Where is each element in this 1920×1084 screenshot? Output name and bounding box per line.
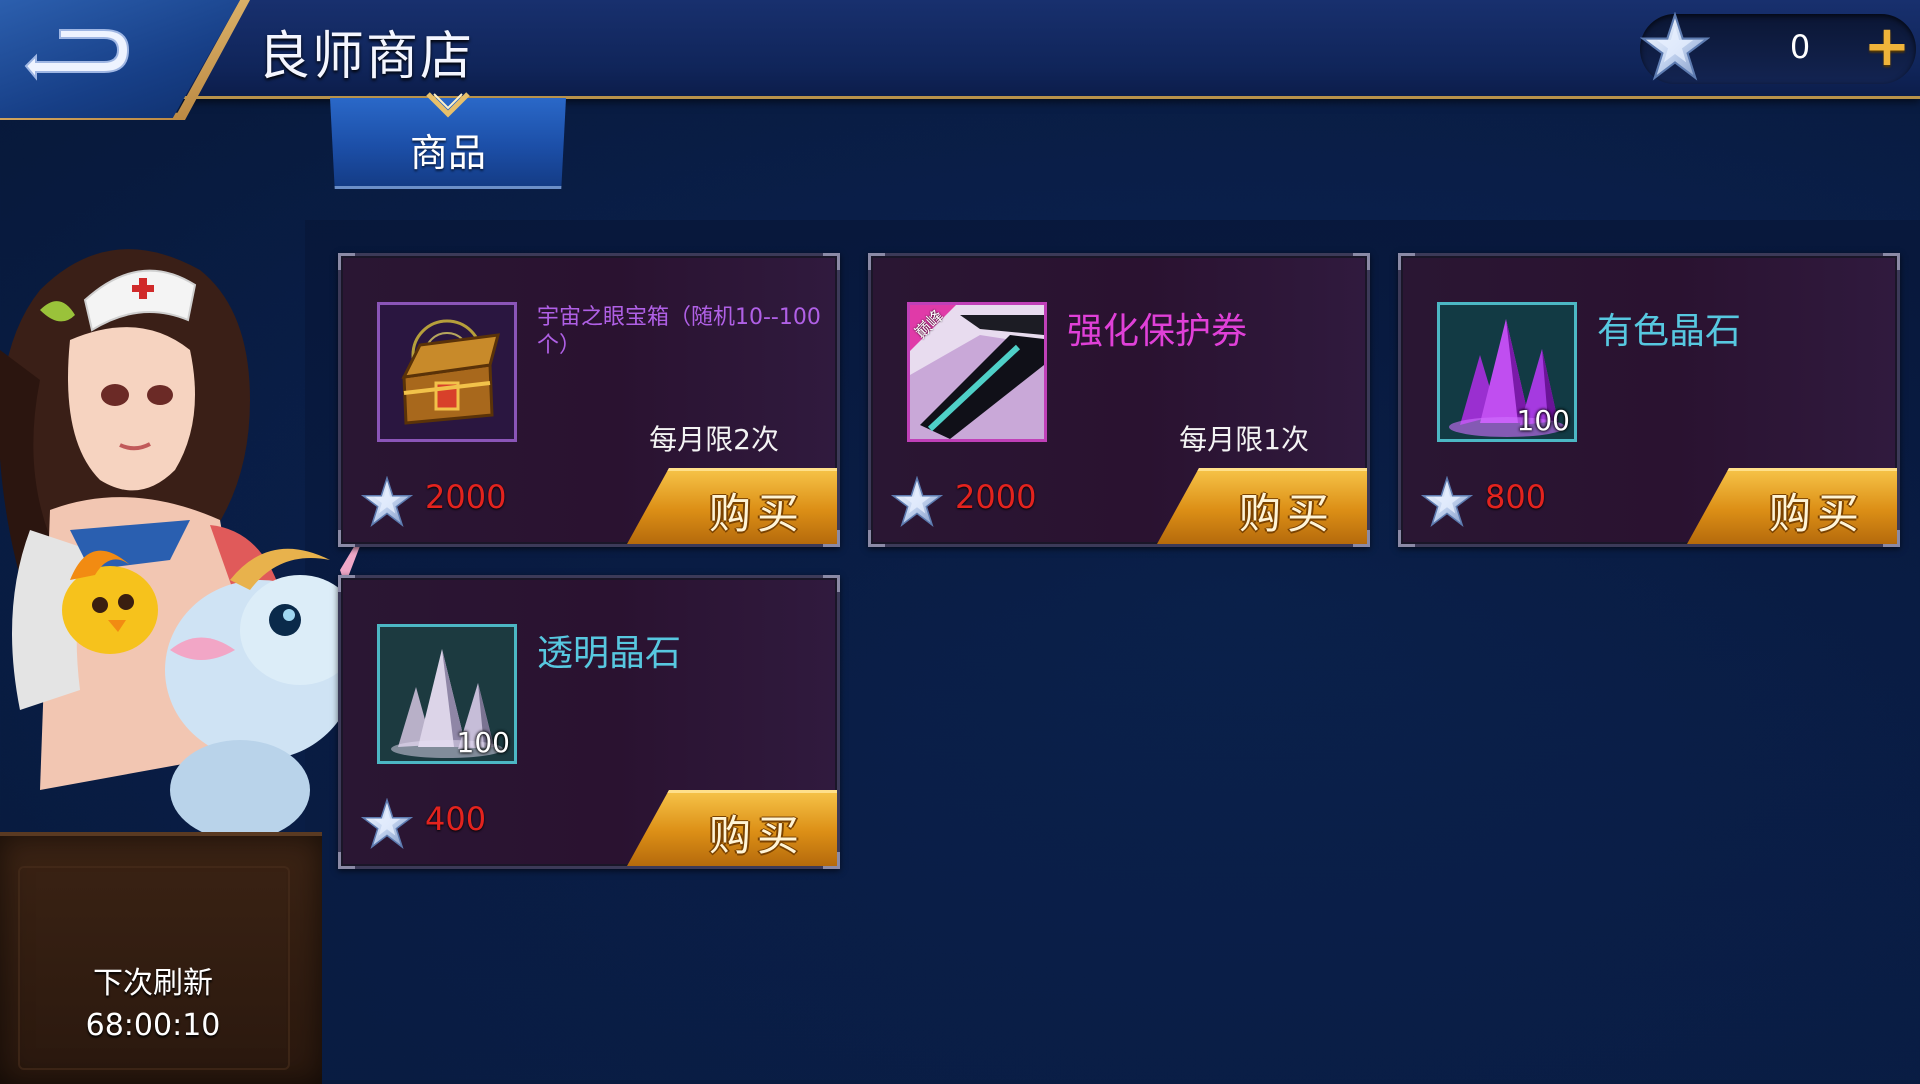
item-quantity: 100 [456,726,510,759]
buy-button-label: 购买 [1238,489,1335,538]
back-arrow-icon [24,29,130,81]
currency-display: 0 + [1640,14,1916,84]
buy-button-label: 购买 [1768,489,1865,538]
page-title: 良师商店 [258,27,475,87]
item-price: 2000 [425,478,507,516]
buy-button[interactable]: 购买 [627,790,837,866]
currency-value: 0 [1789,28,1811,66]
item-name: 宇宙之眼宝箱（随机10--100个） [537,305,821,358]
shopkeeper-character-illustration [0,249,370,840]
item-quantity: 100 [1516,404,1570,437]
star-crystal-icon [361,798,413,850]
purchase-limit: 每月限1次 [1179,423,1309,456]
buy-button-label: 购买 [708,811,805,860]
star-crystal-icon [361,476,413,528]
purchase-limit: 每月限2次 [649,423,779,456]
item-price: 800 [1485,478,1547,516]
back-button[interactable] [18,16,136,86]
shop-item-card: 100 透明晶石 400 购买 [338,575,840,869]
buy-button-label: 购买 [708,489,805,538]
add-currency-button[interactable]: + [1860,19,1914,76]
item-icon-frame[interactable]: 100 [377,624,517,764]
star-crystal-icon [1421,476,1473,528]
shop-item-card: 宇宙之眼宝箱（随机10--100个） 每月限2次 2000 购买 [338,253,840,547]
star-crystal-icon [891,476,943,528]
refresh-label: 下次刷新 [93,966,213,1001]
tab-goods-label: 商品 [409,131,486,175]
item-price: 400 [425,800,487,838]
star-crystal-icon [1640,12,1710,82]
shop-item-card: 100 有色晶石 800 购买 [1398,253,1900,547]
buy-button[interactable]: 购买 [1687,468,1897,544]
refresh-timer: 68:00:10 [85,1008,221,1043]
shop-item-card: 巅峰 强化保护券 每月限1次 2000 购买 [868,253,1370,547]
item-name: 强化保护券 [1067,311,1248,352]
item-name: 有色晶石 [1597,311,1742,352]
item-icon-frame[interactable] [377,302,517,442]
buy-button[interactable]: 购买 [627,468,837,544]
treasure-chest-icon [380,305,514,439]
item-icon-frame[interactable]: 100 [1437,302,1577,442]
item-price: 2000 [955,478,1037,516]
buy-button[interactable]: 购买 [1157,468,1367,544]
tab-indicator-icon [426,92,470,118]
item-name: 透明晶石 [537,633,682,674]
item-icon-frame[interactable]: 巅峰 [907,302,1047,442]
